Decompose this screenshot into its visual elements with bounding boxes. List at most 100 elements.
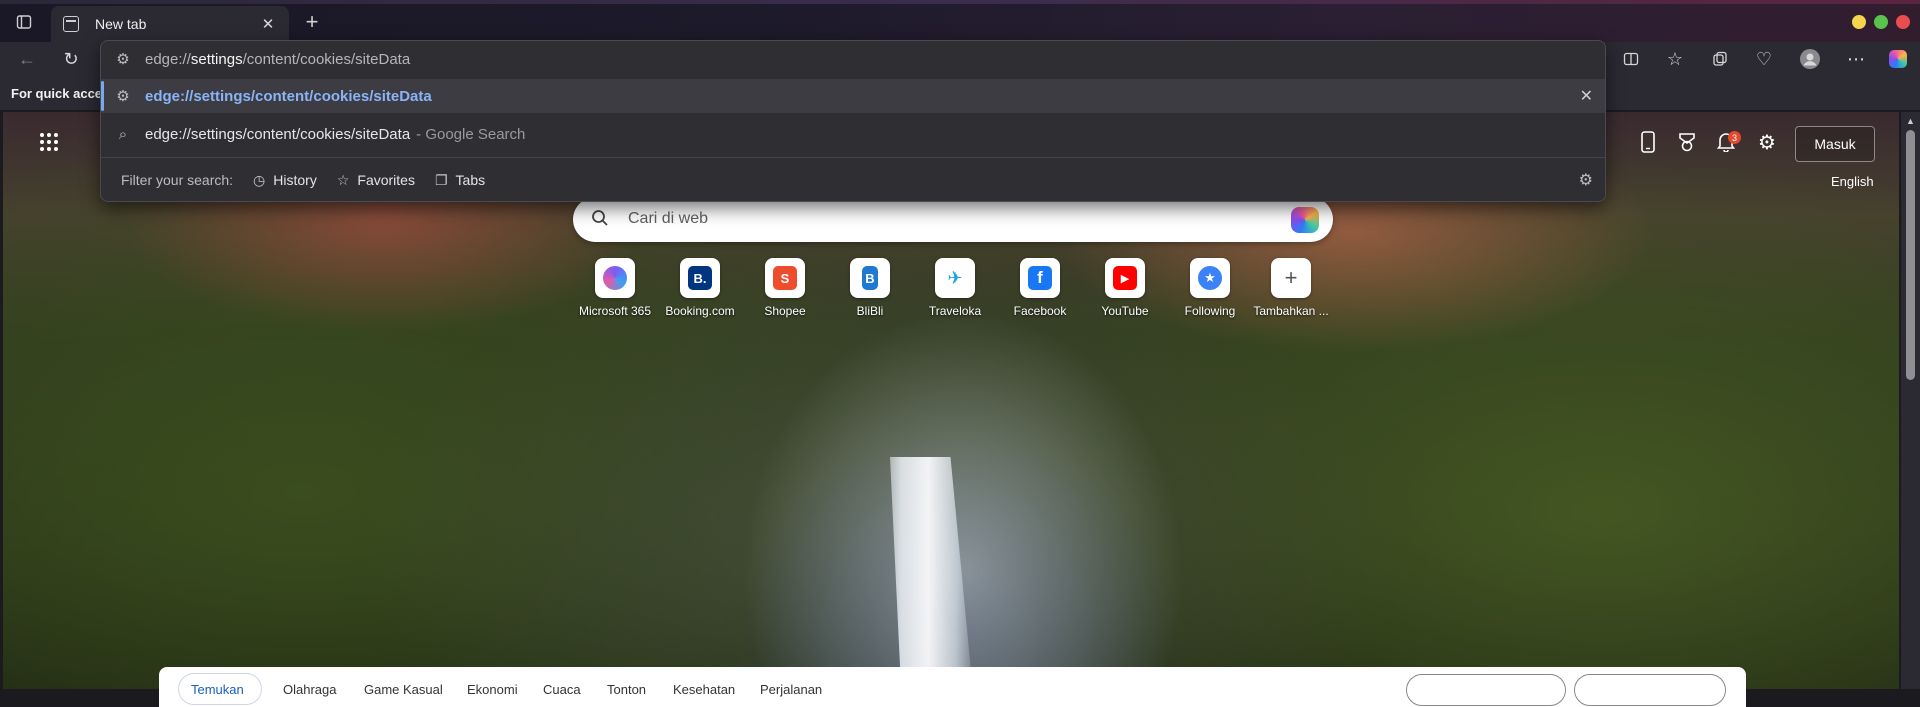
web-search-box[interactable]: Cari di web [573, 197, 1333, 242]
remove-suggestion-icon[interactable]: ✕ [1580, 86, 1593, 106]
close-tab-icon[interactable]: ✕ [257, 15, 279, 33]
shortcut-blibli[interactable]: B BliBli [828, 258, 912, 318]
accent-line [0, 0, 1920, 4]
shortcut-add[interactable]: + Tambahkan ... [1249, 258, 1333, 318]
language-selector[interactable]: English [1831, 174, 1874, 189]
new-tab-icon [63, 16, 79, 32]
new-tab-plus-icon[interactable]: + [298, 8, 326, 36]
shortcut-label: Following [1184, 304, 1236, 318]
copilot-icon[interactable] [1291, 207, 1319, 233]
feed-tab-cuaca[interactable]: Cuaca [543, 682, 581, 697]
filter-tabs-label: Tabs [455, 172, 486, 188]
url-path: /content/cookies/siteData [242, 50, 411, 68]
feed-personalize-button[interactable] [1574, 674, 1726, 706]
url-host: settings [190, 50, 243, 68]
scrollbar-thumb[interactable] [1906, 130, 1915, 380]
mobile-icon[interactable] [1633, 127, 1663, 157]
page-settings-gear-icon[interactable]: ⚙ [1752, 127, 1782, 157]
close-window-button[interactable] [1896, 15, 1910, 29]
waterfall-image [890, 457, 973, 687]
feed-tab-game-kasual[interactable]: Game Kasual [364, 682, 443, 697]
feed-tab-ekonomi[interactable]: Ekonomi [467, 682, 518, 697]
filter-history-label: History [273, 172, 317, 188]
refresh-icon[interactable]: ↻ [56, 44, 86, 74]
shortcut-youtube[interactable]: ▶ YouTube [1083, 258, 1167, 318]
shortcut-label: YouTube [1101, 304, 1149, 318]
scroll-up-arrow-icon[interactable]: ▲ [1906, 116, 1915, 126]
shortcut-label: Microsoft 365 [578, 304, 652, 318]
search-query: edge://settings/content/cookies/siteData [145, 125, 411, 143]
more-options-icon[interactable]: ⋯ [1841, 44, 1871, 74]
back-arrow-icon[interactable]: ← [12, 44, 42, 74]
copilot-icon[interactable] [1883, 44, 1913, 74]
filter-bar: Filter your search: ◷ History ☆ Favorites … [101, 157, 1605, 201]
browser-essentials-icon[interactable]: ♡ [1749, 44, 1779, 74]
page-scrollbar[interactable]: ▲ [1901, 112, 1920, 689]
shortcut-label: Traveloka [928, 304, 982, 318]
app-launcher-icon[interactable] [34, 127, 64, 157]
feed-tab-olahraga[interactable]: Olahraga [283, 682, 336, 697]
shortcut-label: BliBli [856, 304, 884, 318]
shortcut-facebook[interactable]: f Facebook [998, 258, 1082, 318]
star-icon: ☆ [336, 171, 350, 188]
profile-avatar[interactable] [1795, 44, 1825, 74]
feed-layout-button[interactable] [1406, 674, 1566, 706]
feed-tab-tonton[interactable]: Tonton [607, 682, 646, 697]
shortcut-shopee[interactable]: S Shopee [743, 258, 827, 318]
blibli-icon: B [862, 266, 878, 290]
favorites-icon[interactable]: ☆ [1660, 44, 1690, 74]
history-icon: ◷ [253, 171, 266, 188]
feed-tab-temukan[interactable]: Temukan [191, 682, 244, 697]
shortcut-label: Shopee [764, 304, 806, 318]
notification-count-badge: 3 [1728, 131, 1741, 144]
collections-icon[interactable] [1705, 44, 1735, 74]
tab-new-tab[interactable]: New tab ✕ [51, 6, 289, 42]
filter-label: Filter your search: [121, 172, 234, 188]
following-icon: ★ [1198, 266, 1222, 290]
shortcut-traveloka[interactable]: ✈ Traveloka [913, 258, 997, 318]
rewards-icon[interactable] [1672, 127, 1702, 157]
quick-links: Microsoft 365 B. Booking.com S Shopee B … [573, 258, 1333, 318]
tab-actions-icon[interactable] [10, 8, 38, 36]
shortcut-label: Facebook [1013, 304, 1067, 318]
shopee-icon: S [773, 266, 797, 290]
microsoft-365-icon [603, 266, 627, 290]
search-icon [591, 209, 609, 232]
plus-icon: + [1284, 265, 1298, 290]
search-engine-suffix: - Google Search [416, 125, 526, 143]
address-bar-input[interactable]: ⚙ edge://settings/content/cookies/siteDa… [101, 41, 1605, 77]
tabs-icon: ❐ [434, 171, 448, 188]
youtube-icon: ▶ [1113, 266, 1137, 290]
shortcut-label: Booking.com [665, 304, 735, 318]
facebook-icon: f [1028, 266, 1052, 290]
filter-history[interactable]: ◷ History [253, 172, 317, 189]
search-placeholder: Cari di web [628, 210, 709, 227]
shortcut-following[interactable]: ★ Following [1168, 258, 1252, 318]
search-icon: ⌕ [118, 125, 128, 143]
url-scheme: edge:// [145, 50, 191, 68]
search-settings-gear-icon[interactable]: ⚙ [1579, 170, 1593, 190]
suggestion-url: edge://settings/content/cookies/siteData [145, 87, 432, 105]
filter-favorites[interactable]: ☆ Favorites [337, 172, 415, 189]
maximize-button[interactable] [1874, 15, 1888, 29]
feed-tab-perjalanan[interactable]: Perjalanan [760, 682, 822, 697]
filter-favorites-label: Favorites [357, 172, 415, 188]
split-screen-icon[interactable] [1616, 44, 1646, 74]
shortcut-booking[interactable]: B. Booking.com [658, 258, 742, 318]
title-bar: New tab ✕ + [0, 0, 1920, 42]
news-feed-bar: Temukan Olahraga Game Kasual Ekonomi Cua… [159, 667, 1746, 707]
traveloka-bird-icon: ✈ [947, 267, 963, 288]
minimize-button[interactable] [1852, 15, 1866, 29]
shortcut-label: Tambahkan ... [1253, 304, 1329, 318]
suggestion-settings-page[interactable]: ⚙ edge://settings/content/cookies/siteDa… [101, 79, 1605, 113]
tab-title: New tab [95, 16, 147, 32]
feed-tab-kesehatan[interactable]: Kesehatan [673, 682, 735, 697]
suggestion-google-search[interactable]: ⌕ edge://settings/content/cookies/siteDa… [101, 117, 1605, 151]
address-bar-dropdown: ⚙ edge://settings/content/cookies/siteDa… [100, 40, 1606, 202]
favorites-bar-hint: For quick acces [11, 86, 110, 101]
filter-tabs[interactable]: ❐ Tabs [435, 172, 485, 189]
shortcut-microsoft-365[interactable]: Microsoft 365 [573, 258, 657, 318]
settings-gear-icon: ⚙ [116, 88, 130, 105]
sign-in-button[interactable]: Masuk [1795, 126, 1875, 162]
booking-icon: B. [688, 266, 712, 290]
